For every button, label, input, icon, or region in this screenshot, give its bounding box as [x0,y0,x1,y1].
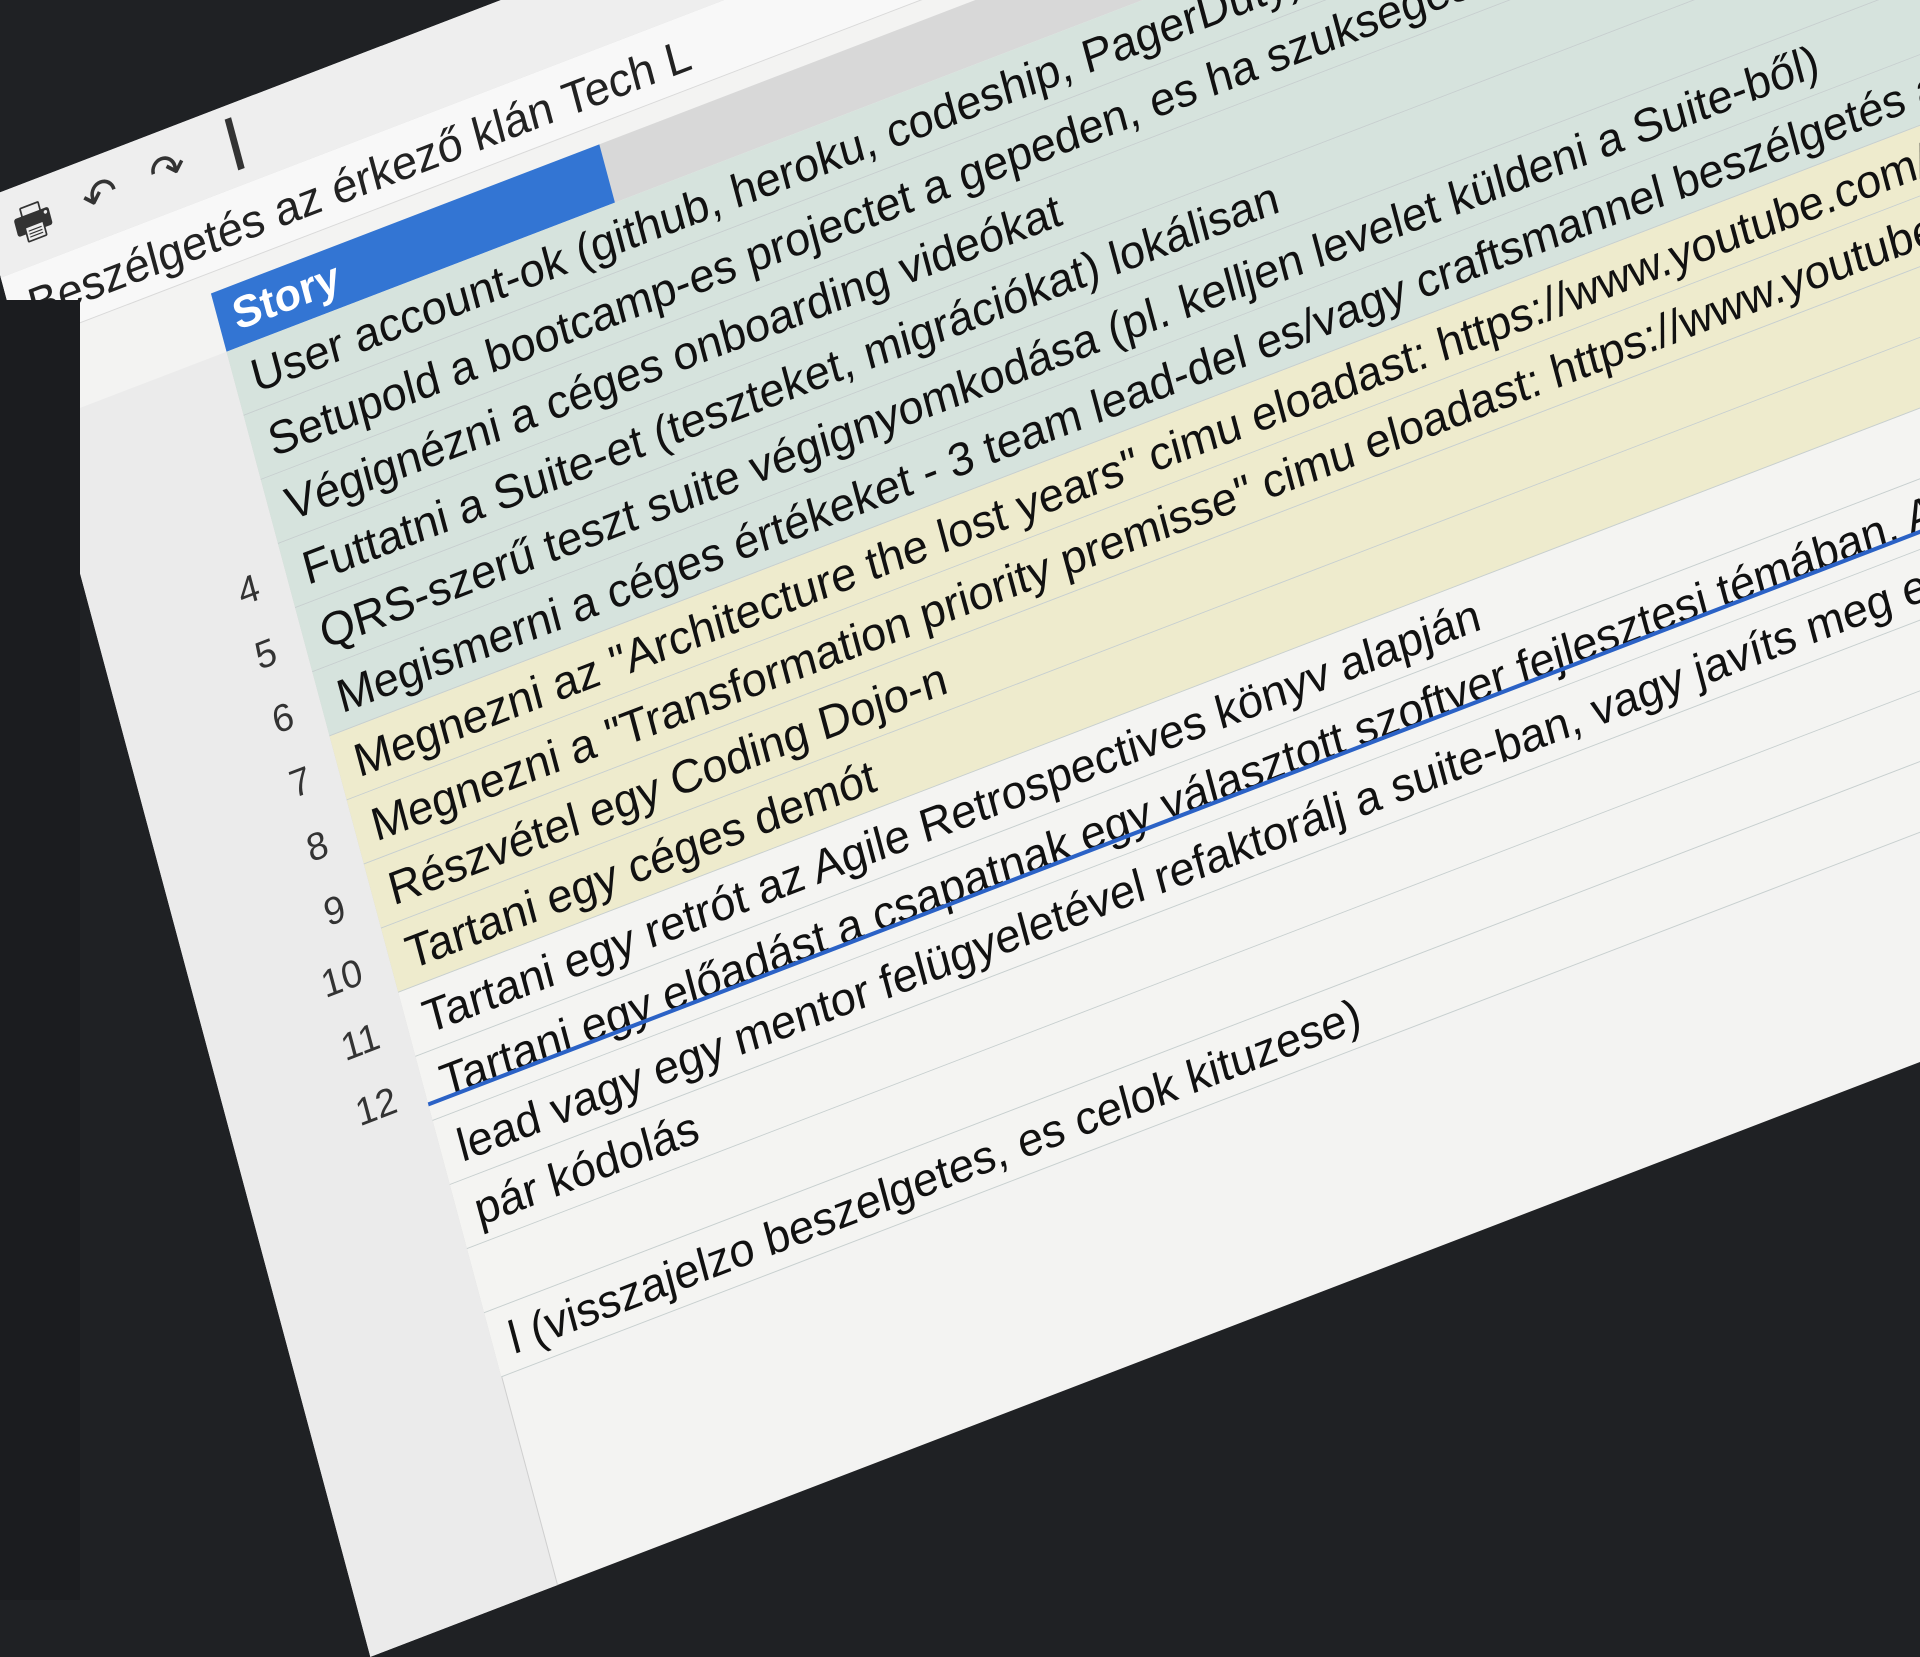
row-number[interactable] [60,438,219,499]
paint-format-icon[interactable]: ┃ [204,110,266,179]
row-number[interactable] [301,1336,460,1397]
spreadsheet-view: 🖶 ↶ ↷ ┃ Beszélgetés az érkező klán Tech … [0,0,1920,1657]
row-number[interactable] [77,502,236,563]
print-icon[interactable]: 🖶 [2,188,64,257]
row-number[interactable] [283,1272,442,1333]
row-number[interactable] [266,1207,425,1268]
undo-icon[interactable]: ↶ [70,162,132,231]
os-dock [0,300,80,1600]
redo-icon[interactable]: ↷ [137,136,199,205]
